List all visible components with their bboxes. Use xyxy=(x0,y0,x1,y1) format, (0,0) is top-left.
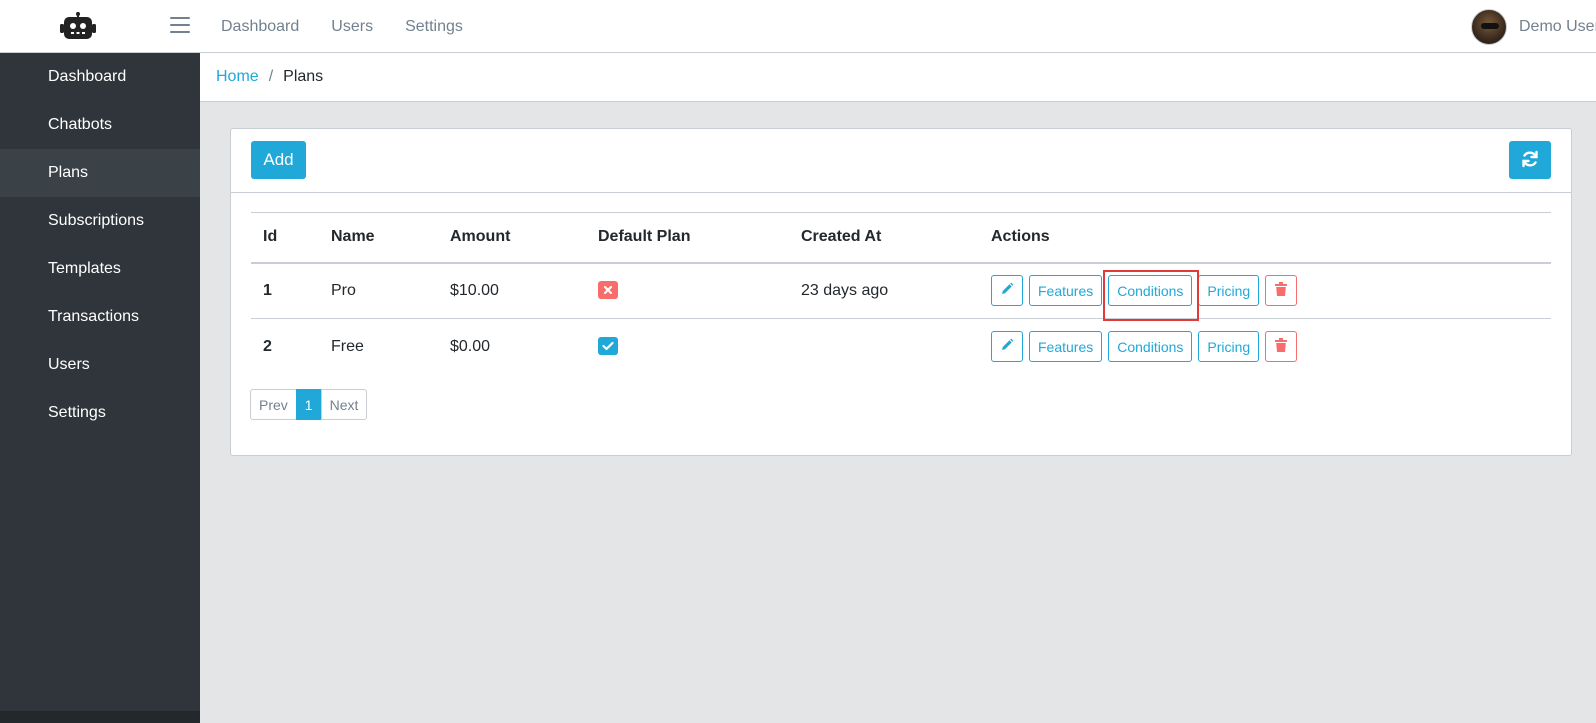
cell-actions: Features Conditions Pricing xyxy=(979,262,1551,322)
sidebar-item-transactions[interactable]: Transactions xyxy=(0,293,200,341)
breadcrumb-current: Plans xyxy=(283,68,324,85)
topnav-settings[interactable]: Settings xyxy=(405,18,463,36)
sidebar-item-subscriptions[interactable]: Subscriptions xyxy=(0,197,200,245)
sidebar-item-dashboard[interactable]: Dashboard xyxy=(0,53,200,101)
sidebar-item-settings[interactable]: Settings xyxy=(0,389,200,437)
avatar[interactable] xyxy=(1471,8,1507,45)
cell-created-at xyxy=(789,319,979,375)
robot-logo-icon[interactable] xyxy=(58,12,98,42)
card-header: Add xyxy=(231,129,1571,193)
pagination: Prev 1 Next xyxy=(250,389,368,420)
refresh-button[interactable] xyxy=(1509,141,1551,179)
pricing-button[interactable]: Pricing xyxy=(1198,331,1260,363)
topnav-users[interactable]: Users xyxy=(331,18,373,36)
menu-toggle-icon[interactable] xyxy=(170,17,190,35)
conditions-highlight: Conditions xyxy=(1103,270,1200,322)
column-header-actions: Actions xyxy=(979,212,1551,264)
pagination-next[interactable]: Next xyxy=(320,389,368,420)
sidebar-item-users[interactable]: Users xyxy=(0,341,200,389)
top-navbar: Dashboard Users Settings Demo User xyxy=(0,0,1596,53)
table-row: 1 Pro $10.00 23 days ago Features Condit… xyxy=(251,262,1551,322)
column-header-id: Id xyxy=(251,212,319,264)
pagination-page-1[interactable]: 1 xyxy=(295,389,322,420)
checkmark-icon xyxy=(598,337,618,356)
conditions-button[interactable]: Conditions xyxy=(1108,331,1193,363)
column-header-name: Name xyxy=(319,212,438,264)
breadcrumb-home[interactable]: Home xyxy=(216,68,259,86)
sidebar-item-plans[interactable]: Plans xyxy=(0,149,200,197)
pencil-icon xyxy=(1000,338,1014,355)
conditions-button[interactable]: Conditions xyxy=(1108,275,1193,307)
cell-actions: Features Conditions Pricing xyxy=(979,319,1551,375)
sidebar-footer xyxy=(0,711,200,723)
plans-table: Id Name Amount Default Plan Created At A… xyxy=(251,212,1551,375)
pencil-icon xyxy=(1000,282,1014,299)
breadcrumb: Home / Plans xyxy=(200,53,1596,102)
topnav-dashboard[interactable]: Dashboard xyxy=(221,18,299,36)
sidebar-item-templates[interactable]: Templates xyxy=(0,245,200,293)
plans-card: Add Id Name Amount Default Plan Created … xyxy=(230,128,1572,456)
sidebar-item-chatbots[interactable]: Chatbots xyxy=(0,101,200,149)
cell-id: 2 xyxy=(263,337,272,355)
cell-id: 1 xyxy=(251,262,319,319)
user-menu[interactable]: Demo User xyxy=(1471,8,1596,45)
features-button[interactable]: Features xyxy=(1029,331,1103,363)
features-button[interactable]: Features xyxy=(1029,275,1103,307)
cell-amount: $0.00 xyxy=(450,337,491,355)
sidebar: Dashboard Chatbots Plans Subscriptions T… xyxy=(0,53,200,723)
edit-button[interactable] xyxy=(991,331,1023,363)
pricing-button[interactable]: Pricing xyxy=(1198,275,1260,307)
x-mark-icon xyxy=(598,281,618,300)
cell-name: Pro xyxy=(319,262,438,319)
table-header-row: Id Name Amount Default Plan Created At A… xyxy=(251,212,1551,264)
table-row: 2 Free $0.00 Features Conditions Pricing xyxy=(251,319,1551,375)
cell-name: Free xyxy=(331,337,364,355)
column-header-amount: Amount xyxy=(438,212,586,264)
delete-button[interactable] xyxy=(1265,275,1298,307)
column-header-created-at: Created At xyxy=(789,212,979,264)
delete-button[interactable] xyxy=(1265,331,1298,363)
cell-created-at: 23 days ago xyxy=(789,262,979,319)
edit-button[interactable] xyxy=(991,275,1023,307)
refresh-icon xyxy=(1520,149,1540,172)
add-button[interactable]: Add xyxy=(251,141,306,179)
top-nav: Dashboard Users Settings xyxy=(221,0,495,53)
cell-default-plan xyxy=(586,262,789,319)
cell-amount: $10.00 xyxy=(438,262,586,319)
pagination-prev[interactable]: Prev xyxy=(250,389,297,420)
column-header-default-plan: Default Plan xyxy=(586,212,789,264)
cell-default-plan xyxy=(586,319,789,375)
user-name[interactable]: Demo User xyxy=(1519,18,1596,36)
trash-icon xyxy=(1275,338,1288,355)
trash-icon xyxy=(1275,282,1288,299)
breadcrumb-separator: / xyxy=(268,68,274,85)
